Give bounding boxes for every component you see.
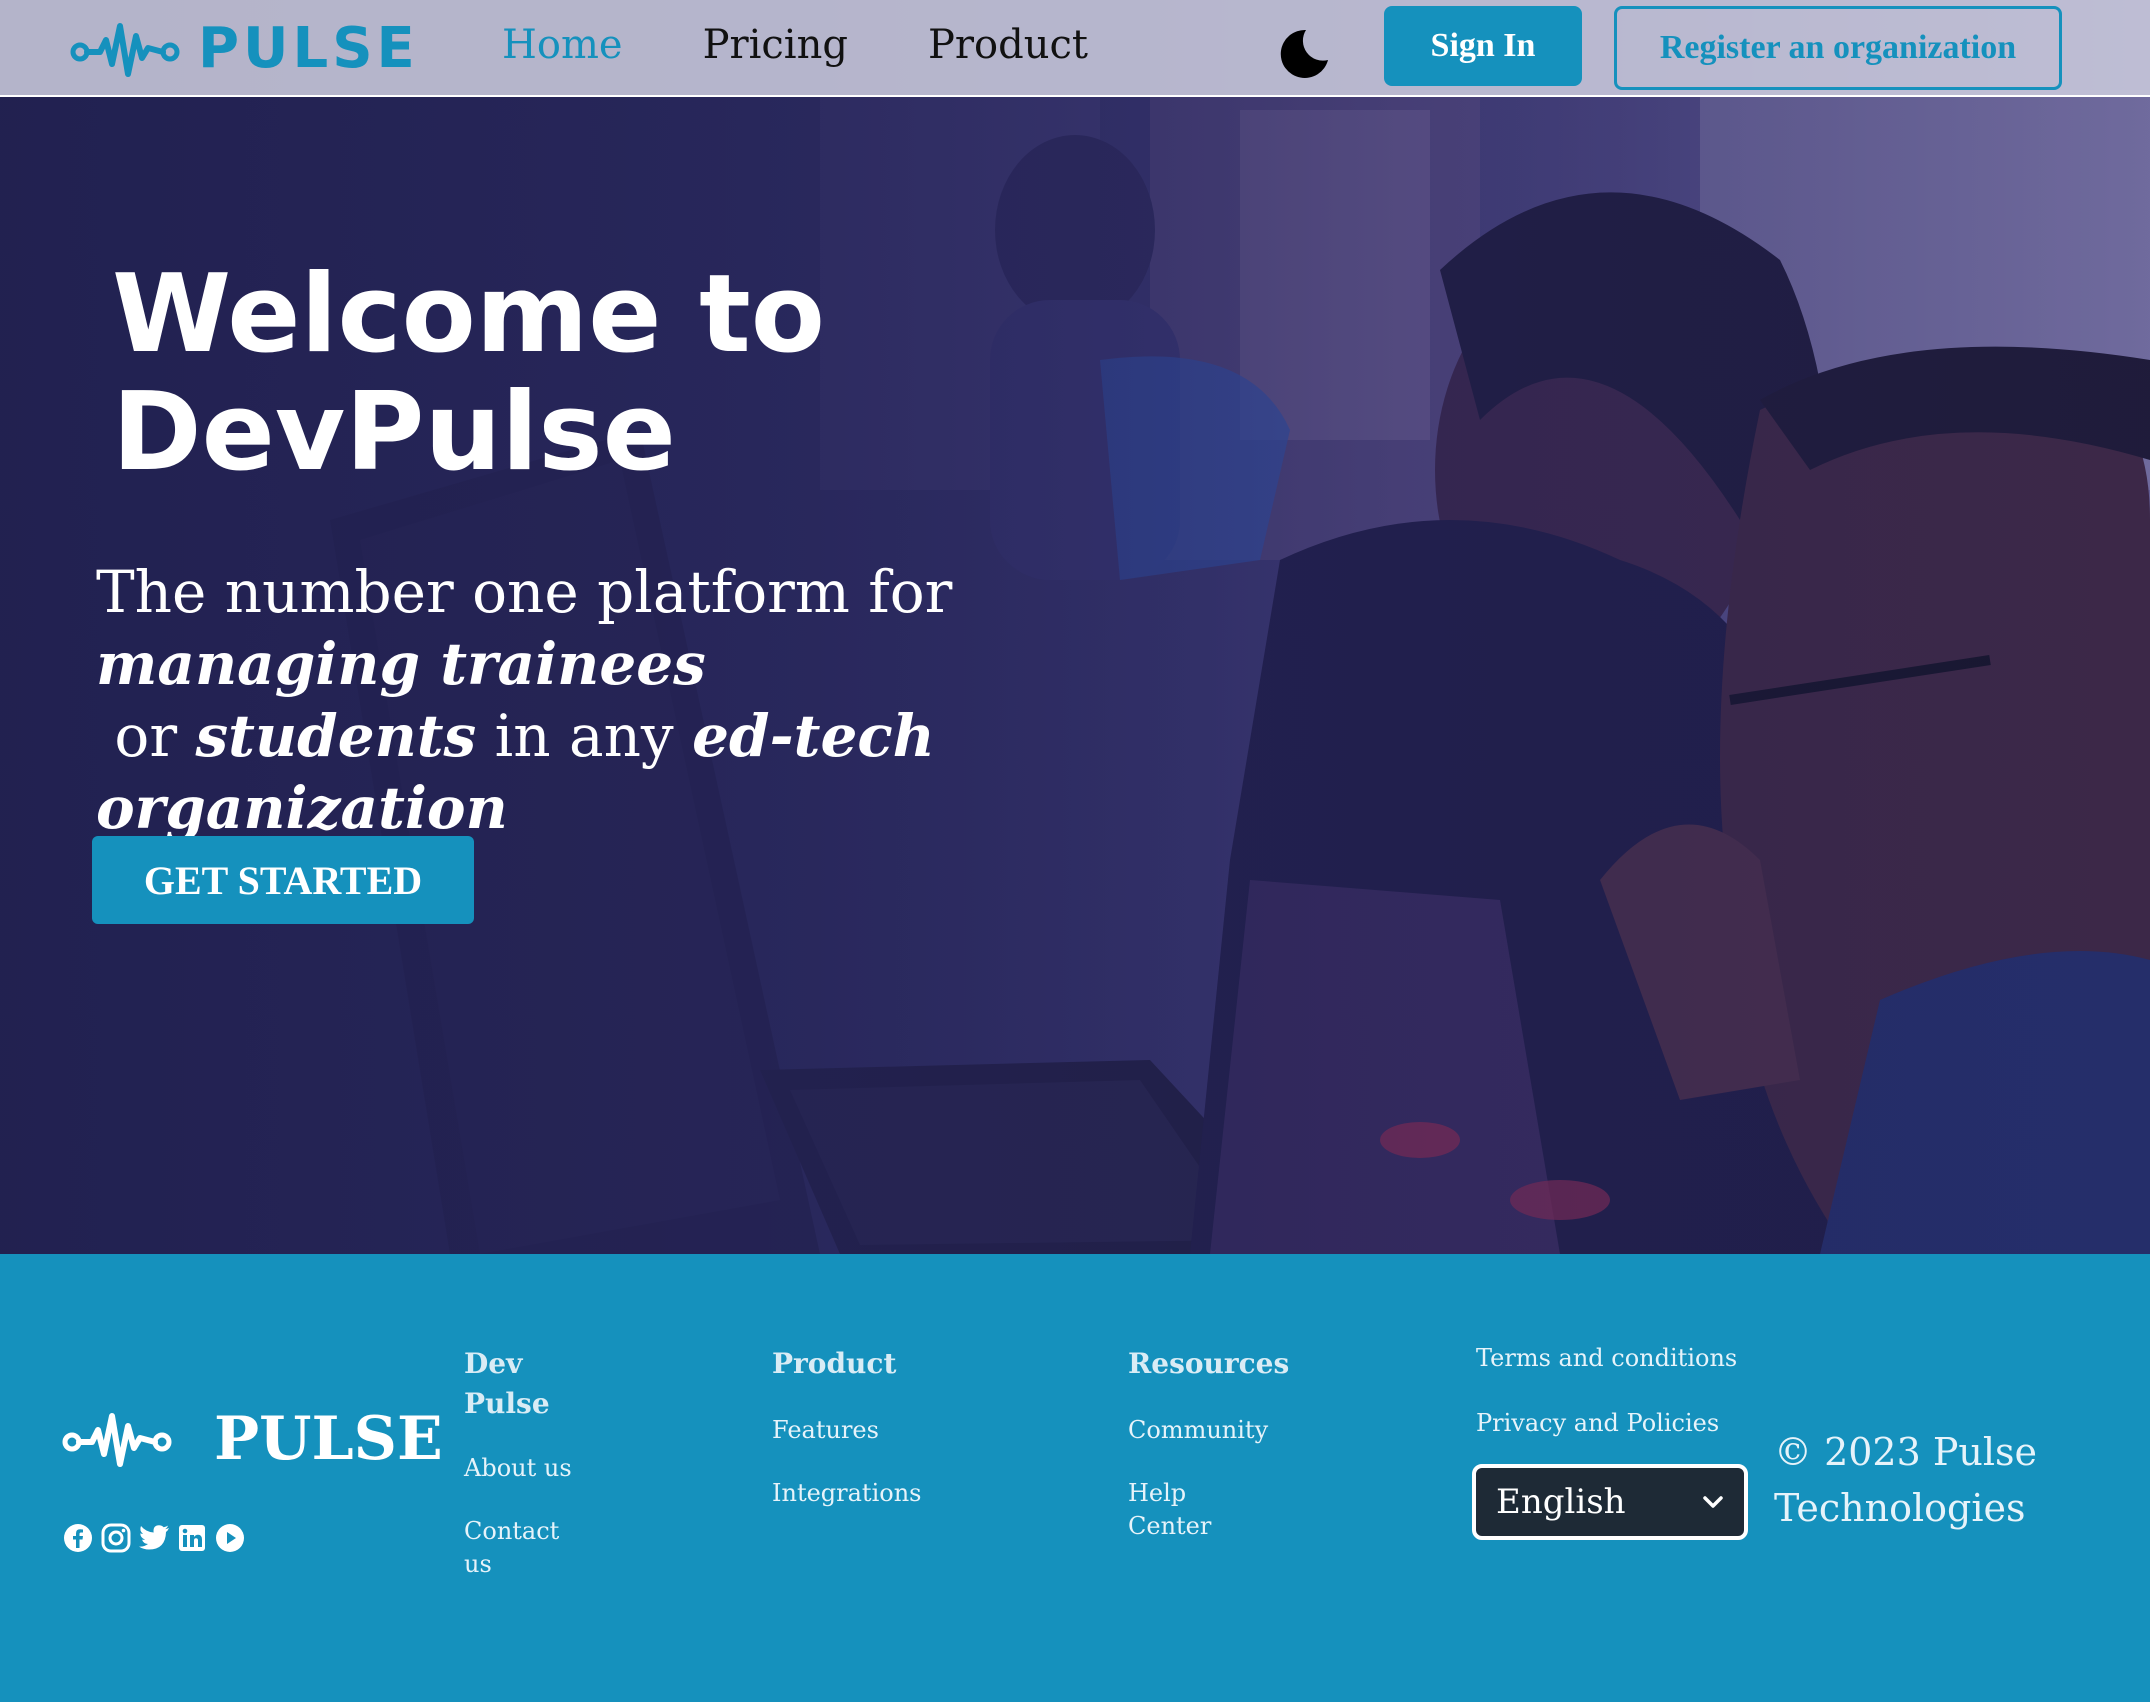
instagram-icon[interactable] [100, 1522, 132, 1554]
nav-product[interactable]: Product [928, 22, 1088, 68]
subtitle-emph2: students [195, 702, 477, 770]
footer-link-community[interactable]: Community [1128, 1414, 1328, 1447]
register-organization-button[interactable]: Register an organization [1614, 6, 2062, 90]
subtitle-part1: The number one platform for [96, 558, 953, 626]
nav-home[interactable]: Home [502, 22, 623, 68]
nav-pricing[interactable]: Pricing [703, 22, 848, 68]
hero-title-line1: Welcome to [112, 252, 825, 377]
footer-link-features[interactable]: Features [772, 1414, 1032, 1447]
footer-link-integrations[interactable]: Integrations [772, 1477, 1032, 1510]
footer-col-heading: Resources [1128, 1347, 1290, 1380]
top-navbar: PULSE Home Pricing Product Sign In Regis… [0, 0, 2150, 97]
footer-col-product: Product Features Integrations [772, 1344, 1032, 1510]
main-nav: Home Pricing Product [502, 22, 1168, 68]
footer-link-terms[interactable]: Terms and conditions [1476, 1342, 1776, 1375]
moon-icon[interactable] [1276, 26, 1330, 80]
pulse-wave-icon [70, 22, 180, 77]
facebook-icon[interactable] [62, 1522, 94, 1554]
chevron-down-icon [1703, 1496, 1723, 1508]
subtitle-part2: or [96, 702, 196, 770]
footer-col-heading: Product [772, 1347, 897, 1380]
footer-link-contact[interactable]: Contact us [464, 1515, 574, 1581]
youtube-icon[interactable] [214, 1522, 246, 1554]
hero-title: Welcome to DevPulse [112, 256, 1012, 492]
footer-col-legal: Terms and conditions Privacy and Policie… [1476, 1342, 1776, 1440]
hero-subtitle: The number one platform for managing tra… [96, 556, 996, 844]
get-started-button[interactable]: GET STARTED [92, 836, 474, 924]
subtitle-part3: in any [476, 702, 693, 770]
pulse-wave-icon [62, 1413, 172, 1467]
language-select[interactable]: English [1472, 1464, 1748, 1540]
pulse-logo[interactable]: PULSE [70, 16, 419, 81]
footer-col-devpulse: Dev Pulse About us Contact us [464, 1344, 574, 1581]
copyright-text: © 2023 Pulse Technologies [1774, 1430, 2038, 1530]
subtitle-emph1: managing trainees [96, 630, 706, 698]
linkedin-icon[interactable] [176, 1522, 208, 1554]
footer-logo[interactable]: PULSE [62, 1404, 443, 1474]
footer-link-privacy[interactable]: Privacy and Policies [1476, 1407, 1776, 1440]
twitter-icon[interactable] [138, 1522, 170, 1554]
hero-title-line2: DevPulse [112, 370, 676, 495]
footer: PULSE Dev Pulse About us Contact us Prod… [0, 1254, 2150, 1702]
language-selected-value: English [1496, 1482, 1626, 1522]
footer-col-heading: Dev Pulse [464, 1347, 550, 1420]
footer-col-resources: Resources Community Help Center [1128, 1344, 1328, 1543]
footer-logo-text: PULSE [214, 1404, 443, 1474]
logo-text: PULSE [198, 16, 419, 81]
footer-link-help-center[interactable]: Help Center [1128, 1477, 1238, 1543]
footer-link-about[interactable]: About us [464, 1452, 574, 1485]
social-links [62, 1522, 246, 1554]
sign-in-button[interactable]: Sign In [1384, 6, 1582, 86]
